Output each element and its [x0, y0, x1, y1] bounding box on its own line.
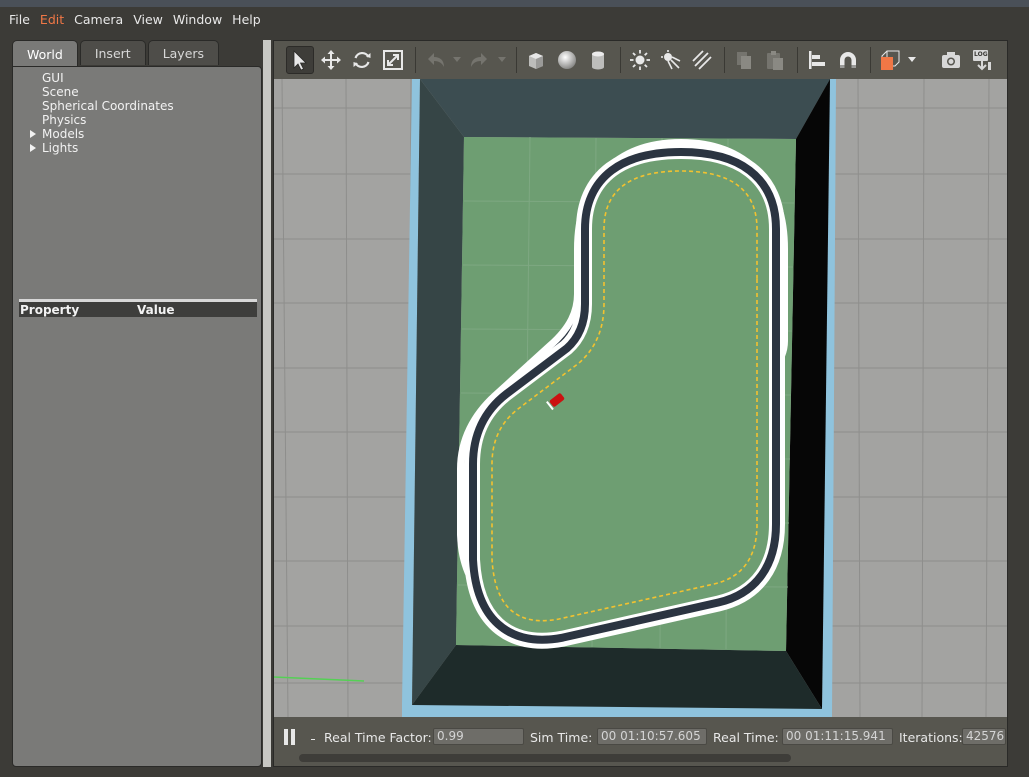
horizontal-scrollbar[interactable] — [299, 754, 791, 762]
render-window: LOG Real Time Factor: 0.99 Sim Time: 00 … — [273, 40, 1008, 767]
property-column-header[interactable]: Property — [19, 303, 137, 317]
tree-item-scene[interactable]: Scene — [13, 85, 261, 99]
window-titlebar-strip — [0, 0, 1029, 7]
menu-window[interactable]: Window — [173, 12, 222, 27]
scene-canvas[interactable] — [274, 79, 1007, 717]
toolbar-separator — [516, 47, 517, 73]
3d-scene-viewport[interactable] — [274, 79, 1007, 717]
box-icon[interactable] — [522, 46, 550, 74]
tree-item-label: Spherical Coordinates — [42, 99, 174, 113]
tree-item-label: Models — [42, 127, 85, 141]
menu-help[interactable]: Help — [232, 12, 261, 27]
toolbar-separator — [724, 47, 725, 73]
log-icon[interactable]: LOG — [968, 46, 996, 74]
tab-insert[interactable]: Insert — [79, 40, 146, 65]
menu-view[interactable]: View — [133, 12, 163, 27]
left-wall — [412, 79, 464, 705]
paste-icon[interactable] — [761, 46, 789, 74]
cylinder-icon[interactable] — [584, 46, 612, 74]
redo-icon[interactable] — [466, 46, 494, 74]
real-time-value: 00 01:11:15.941 — [782, 728, 893, 745]
tree-item-label: GUI — [42, 71, 64, 85]
directional-light-icon[interactable] — [688, 46, 716, 74]
sphere-icon[interactable] — [553, 46, 581, 74]
point-light-icon[interactable] — [626, 46, 654, 74]
toolbar: LOG — [274, 41, 1007, 79]
menu-file[interactable]: File — [9, 12, 30, 27]
sim-time-label: Sim Time: — [530, 730, 593, 745]
align-icon[interactable] — [803, 46, 831, 74]
tab-layers[interactable]: Layers — [147, 40, 220, 65]
statusbar: Real Time Factor: 0.99 Sim Time: 00 01:1… — [274, 717, 1007, 766]
real-time-factor-value: 0.99 — [433, 728, 524, 745]
tree-item-models[interactable]: Models — [13, 127, 261, 141]
screenshot-icon[interactable] — [937, 46, 965, 74]
tree-item-gui[interactable]: GUI — [13, 71, 261, 85]
world-tree: GUI Scene Spherical Coordinates Physics … — [13, 71, 261, 155]
view-angle-icon[interactable] — [876, 46, 904, 74]
expand-arrow-icon[interactable] — [30, 130, 36, 138]
world-tree-panel: GUI Scene Spherical Coordinates Physics … — [12, 66, 262, 767]
value-column-header[interactable]: Value — [137, 303, 175, 317]
menu-edit[interactable]: Edit — [40, 12, 64, 27]
pause-icon[interactable] — [284, 729, 300, 747]
tree-item-lights[interactable]: Lights — [13, 141, 261, 155]
toolbar-separator — [870, 47, 871, 73]
iterations-label: Iterations: — [899, 730, 963, 745]
real-time-factor-label: Real Time Factor: — [324, 730, 432, 745]
panel-splitter[interactable] — [263, 40, 271, 767]
left-panel: World Insert Layers GUI Scene Spherical … — [12, 40, 262, 767]
sim-time-value: 00 01:10:57.605 — [597, 728, 707, 745]
toolbar-separator — [620, 47, 621, 73]
select-arrow-icon[interactable] — [286, 46, 314, 74]
spot-light-icon[interactable] — [657, 46, 685, 74]
undo-icon[interactable] — [421, 46, 449, 74]
iterations-value: 42576 — [962, 728, 1006, 745]
real-time-label: Real Time: — [713, 730, 779, 745]
log-label: LOG — [974, 51, 988, 58]
property-table-header: Property Value — [19, 299, 257, 317]
tree-item-label: Scene — [42, 85, 79, 99]
magnet-icon[interactable] — [834, 46, 862, 74]
tab-world[interactable]: World — [12, 40, 78, 67]
front-wall — [412, 645, 822, 709]
tree-item-physics[interactable]: Physics — [13, 113, 261, 127]
left-panel-tabs: World Insert Layers — [12, 40, 221, 67]
copy-icon[interactable] — [730, 46, 758, 74]
view-angle-dropdown-icon[interactable] — [907, 46, 917, 74]
toolbar-separator — [415, 47, 416, 73]
toolbar-separator — [797, 47, 798, 73]
translate-icon[interactable] — [317, 46, 345, 74]
tree-item-label: Physics — [42, 113, 87, 127]
back-wall — [420, 79, 830, 139]
tree-item-label: Lights — [42, 141, 79, 155]
redo-dropdown-icon[interactable] — [497, 46, 507, 74]
step-icon[interactable] — [311, 739, 315, 740]
scale-icon[interactable] — [379, 46, 407, 74]
menubar: File Edit Camera View Window Help — [0, 7, 1029, 31]
rotate-icon[interactable] — [348, 46, 376, 74]
tree-item-spherical-coordinates[interactable]: Spherical Coordinates — [13, 99, 261, 113]
menu-camera[interactable]: Camera — [74, 12, 123, 27]
expand-arrow-icon[interactable] — [30, 144, 36, 152]
undo-dropdown-icon[interactable] — [452, 46, 462, 74]
